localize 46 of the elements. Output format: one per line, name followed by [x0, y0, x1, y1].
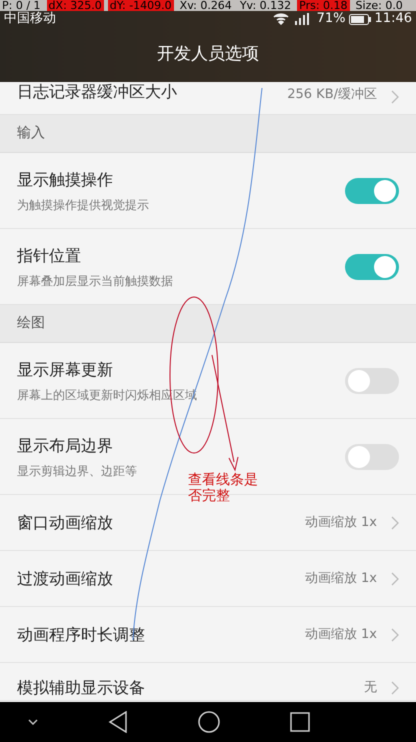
toggle-switch[interactable]	[345, 368, 399, 394]
pointer-info-text: Yv: 0.132	[238, 0, 292, 11]
wifi-icon	[272, 13, 289, 25]
setting-value: 256 KB/缓冲区	[287, 86, 377, 104]
clock: 11:46	[374, 10, 412, 28]
pointer-info-text: Xv: 0.264	[178, 0, 233, 11]
toggle-switch[interactable]	[345, 444, 399, 470]
battery-icon	[348, 14, 371, 24]
pointer-info-text: dX: 325.0	[46, 0, 104, 11]
setting-title: 过渡动画缩放	[17, 568, 113, 590]
chevron-right-icon	[391, 516, 399, 530]
setting-description: 屏幕叠加层显示当前触摸数据	[17, 272, 173, 290]
home-icon[interactable]	[198, 711, 220, 733]
pointer-info-text: P: 0 / 1	[1, 0, 42, 11]
screen-title: 开发人员选项	[157, 42, 259, 66]
section-header: 输入	[0, 115, 416, 153]
setting-title: 模拟辅助显示设备	[17, 676, 145, 698]
setting-title: 显示屏幕更新	[17, 358, 113, 380]
toggle-switch[interactable]	[345, 254, 399, 280]
chevron-right-icon	[391, 572, 399, 586]
chevron-down-icon[interactable]	[28, 719, 38, 725]
battery-level: 71%	[316, 10, 346, 28]
setting-title: 显示布局边界	[17, 434, 113, 456]
annotation-text: 查看线条是否完整	[188, 472, 259, 504]
setting-value: 动画缩放 1x	[304, 514, 377, 532]
pointer-info-text: Size: 0.0	[354, 0, 404, 11]
setting-value: 动画缩放 1x	[304, 570, 377, 588]
setting-title: 显示触摸操作	[17, 168, 113, 190]
section-header: 绘图	[0, 305, 416, 343]
chevron-right-icon	[391, 628, 399, 642]
setting-title: 日志记录器缓冲区大小	[17, 82, 177, 103]
signal-icon	[294, 13, 309, 25]
setting-value: 动画缩放 1x	[304, 626, 377, 644]
setting-value: 无	[364, 678, 377, 697]
recents-icon[interactable]	[290, 712, 310, 732]
pointer-info-text: Prs: 0.18	[297, 0, 350, 11]
setting-description: 为触摸操作提供视觉提示	[17, 196, 149, 214]
setting-description: 显示剪辑边界、边距等	[17, 462, 137, 480]
setting-title: 窗口动画缩放	[17, 512, 113, 534]
carrier-name: 中国移动	[4, 10, 56, 28]
back-icon[interactable]	[108, 711, 128, 733]
pointer-info-text: dY: -1409.0	[108, 0, 174, 11]
setting-title: 指针位置	[17, 244, 81, 266]
toggle-switch[interactable]	[345, 178, 399, 204]
chevron-right-icon	[391, 90, 399, 104]
chevron-right-icon	[391, 680, 399, 694]
